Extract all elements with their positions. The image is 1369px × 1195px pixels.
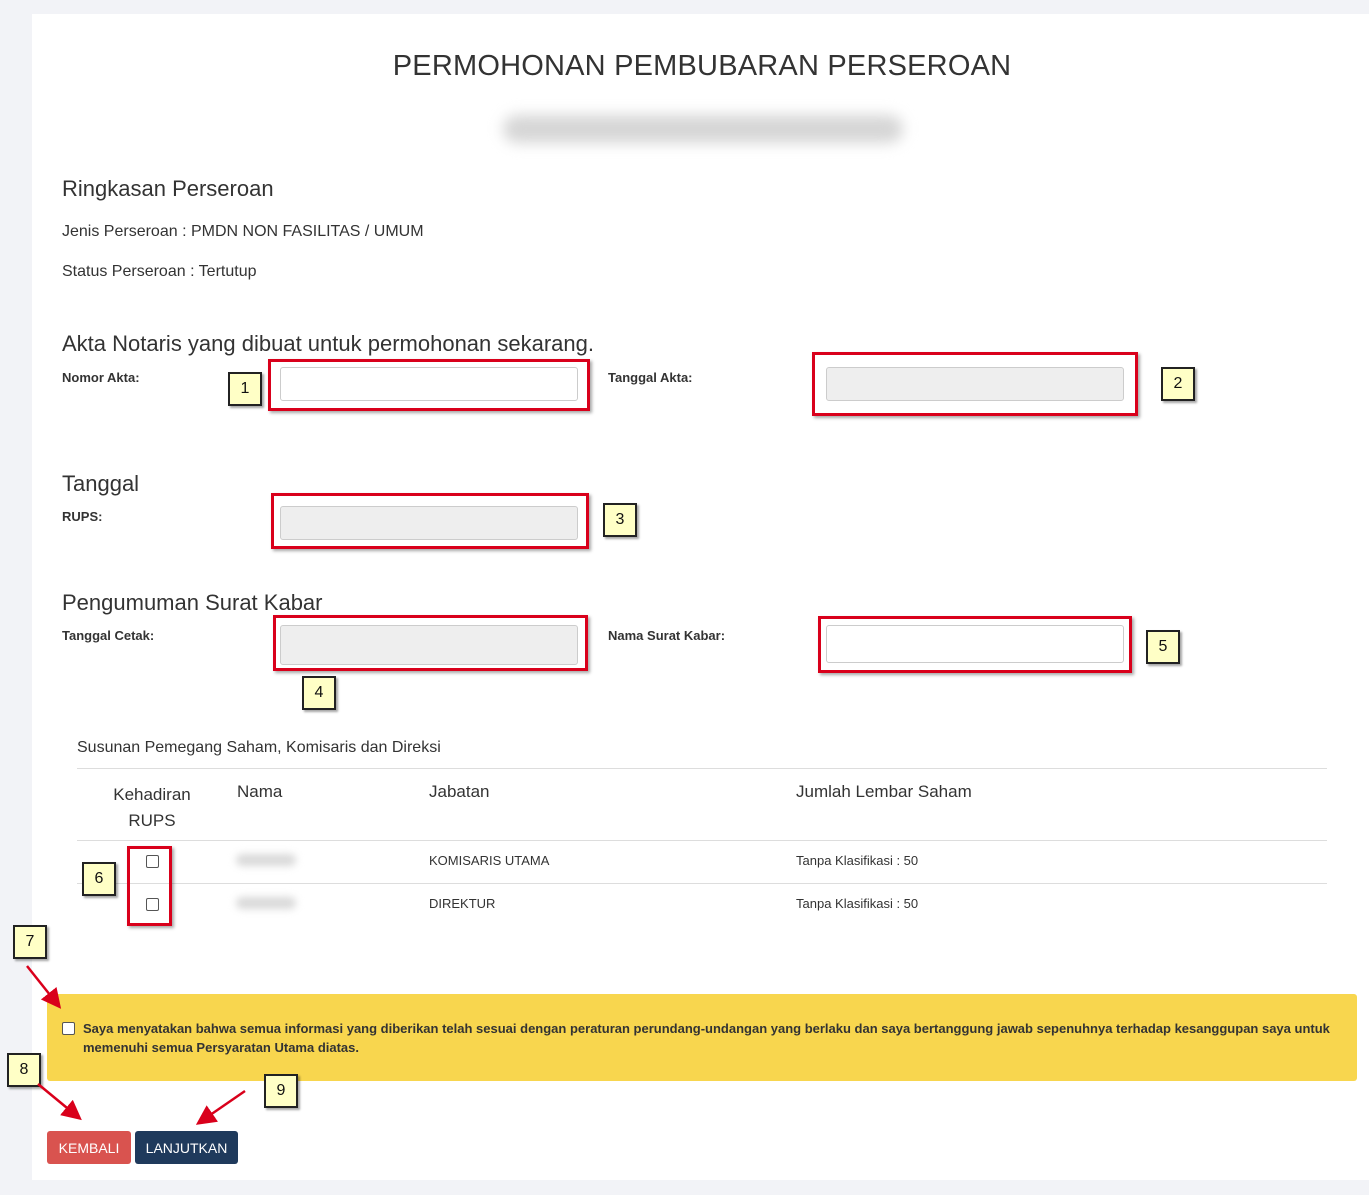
callout-3: 3 [603,503,637,537]
header-jabatan: Jabatan [429,782,490,801]
agreement-text: Saya menyatakan bahwa semua informasi ya… [83,1021,1330,1055]
kembali-button[interactable]: KEMBALI [47,1131,131,1164]
nomor-akta-label: Nomor Akta: [62,370,140,385]
header-jumlah: Jumlah Lembar Saham [796,782,972,801]
callout-4: 4 [302,676,336,710]
tanggal-heading: Tanggal [62,471,140,496]
callout-5: 5 [1146,630,1180,664]
agreement-checkbox[interactable] [62,1022,75,1035]
jabatan-cell-1: KOMISARIS UTAMA [429,853,550,868]
akta-heading: Akta Notaris yang dibuat untuk permohona… [62,331,594,356]
callout-1: 1 [228,372,262,406]
jabatan-cell-2: DIREKTUR [429,896,496,911]
tanggal-cetak-input[interactable] [280,625,578,665]
header-nama: Nama [237,782,283,801]
table-caption: Susunan Pemegang Saham, Komisaris dan Di… [77,739,441,756]
tanggal-cetak-label: Tanggal Cetak: [62,628,155,643]
callout-6: 6 [82,862,116,896]
nomor-akta-input[interactable] [280,367,578,401]
company-status: Status Perseroan : Tertutup [62,263,257,280]
summary-heading: Ringkasan Perseroan [62,176,274,201]
tanggal-rups-input[interactable] [280,506,578,540]
rups-label: RUPS: [62,509,103,524]
table-top-divider [77,768,1327,769]
company-name-redacted [503,115,903,143]
highlight-box-6 [127,846,172,926]
callout-9: 9 [264,1074,298,1108]
header-kehadiran: Kehadiran RUPS [113,785,191,830]
nama-surat-kabar-input[interactable] [826,625,1124,663]
callout-8: 8 [7,1053,41,1087]
jumlah-cell-1: Tanpa Klasifikasi : 50 [796,853,919,868]
nama-surat-kabar-label: Nama Surat Kabar: [608,628,726,643]
page-title: PERMOHONAN PEMBUBARAN PERSEROAN [392,50,1012,82]
nama-redacted-2 [236,897,296,909]
tanggal-akta-label: Tanggal Akta: [608,370,693,385]
callout-2: 2 [1161,367,1195,401]
lanjutkan-button[interactable]: LANJUTKAN [135,1131,238,1164]
nama-redacted-1 [236,854,296,866]
jumlah-cell-2: Tanpa Klasifikasi : 50 [796,896,919,911]
tanggal-akta-input[interactable] [826,367,1124,401]
callout-7: 7 [13,925,47,959]
company-type: Jenis Perseroan : PMDN NON FASILITAS / U… [62,223,424,240]
pengumuman-heading: Pengumuman Surat Kabar [62,590,323,615]
